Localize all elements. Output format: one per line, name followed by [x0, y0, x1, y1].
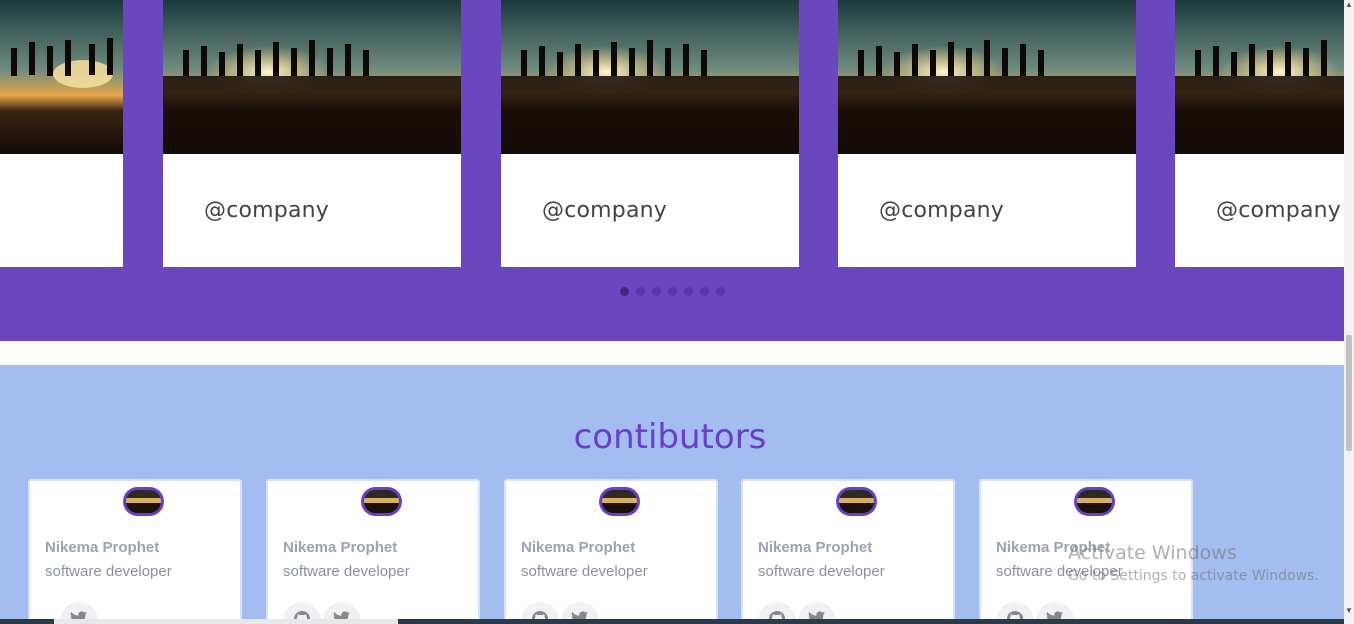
card-photo — [838, 0, 1136, 154]
contributor-card: Nikema Prophet software developer — [266, 479, 480, 624]
section-divider — [0, 341, 1344, 365]
scroll-thumb[interactable] — [1346, 335, 1352, 451]
carousel-card[interactable] — [0, 0, 123, 267]
card-photo — [163, 0, 461, 154]
carousel-card[interactable]: @company — [501, 0, 799, 267]
contributor-role: software developer — [283, 563, 410, 580]
carousel-dot[interactable] — [636, 287, 645, 296]
scroll-down-icon[interactable]: ▼ — [1345, 604, 1353, 618]
windows-activation-watermark: Activate Windows Go to Settings to activ… — [1068, 542, 1319, 584]
avatar — [123, 487, 164, 516]
company-handle: @company — [542, 198, 667, 223]
card-photo — [0, 0, 123, 154]
contributor-name: Nikema Prophet — [521, 539, 636, 556]
contributors-section: contibutors Nikema Prophet software deve… — [0, 365, 1344, 624]
avatar — [599, 487, 640, 516]
contributor-name: Nikema Prophet — [45, 539, 160, 556]
contributor-role: software developer — [521, 563, 648, 580]
company-handle: @company — [1216, 198, 1341, 223]
card-photo — [501, 0, 799, 154]
card-photo — [1175, 0, 1344, 154]
carousel-pagination — [620, 287, 725, 296]
watermark-subtitle: Go to Settings to activate Windows. — [1068, 568, 1319, 584]
contributor-name: Nikema Prophet — [283, 539, 398, 556]
company-carousel: @company @company @company @company — [0, 0, 1344, 341]
carousel-card[interactable]: @company — [1175, 0, 1344, 267]
contributor-card: Nikema Prophet software developer — [504, 479, 718, 624]
carousel-dot[interactable] — [700, 287, 709, 296]
carousel-dot[interactable] — [668, 287, 677, 296]
carousel-dot[interactable] — [684, 287, 693, 296]
taskbar-edge — [0, 619, 1344, 624]
contributor-role: software developer — [758, 563, 885, 580]
taskbar-highlight — [54, 619, 398, 624]
contributors-title: contibutors — [573, 417, 767, 457]
avatar — [1074, 487, 1115, 516]
company-handle: @company — [879, 198, 1004, 223]
avatar — [836, 487, 877, 516]
carousel-dot[interactable] — [652, 287, 661, 296]
contributor-card: Nikema Prophet software developer — [741, 479, 955, 624]
contributor-role: software developer — [45, 563, 172, 580]
contributor-name: Nikema Prophet — [758, 539, 873, 556]
watermark-title: Activate Windows — [1068, 542, 1237, 564]
contributor-card: Nikema Prophet software developer — [28, 479, 242, 624]
scroll-up-icon[interactable]: ▲ — [1345, 0, 1353, 10]
carousel-card[interactable]: @company — [838, 0, 1136, 267]
avatar — [361, 487, 402, 516]
page: @company @company @company @company cont… — [0, 0, 1354, 624]
company-handle: @company — [204, 198, 329, 223]
vertical-scrollbar[interactable]: ▲ ▼ — [1344, 0, 1354, 624]
carousel-dot[interactable] — [716, 287, 725, 296]
carousel-card[interactable]: @company — [163, 0, 461, 267]
carousel-dot[interactable] — [620, 287, 629, 296]
